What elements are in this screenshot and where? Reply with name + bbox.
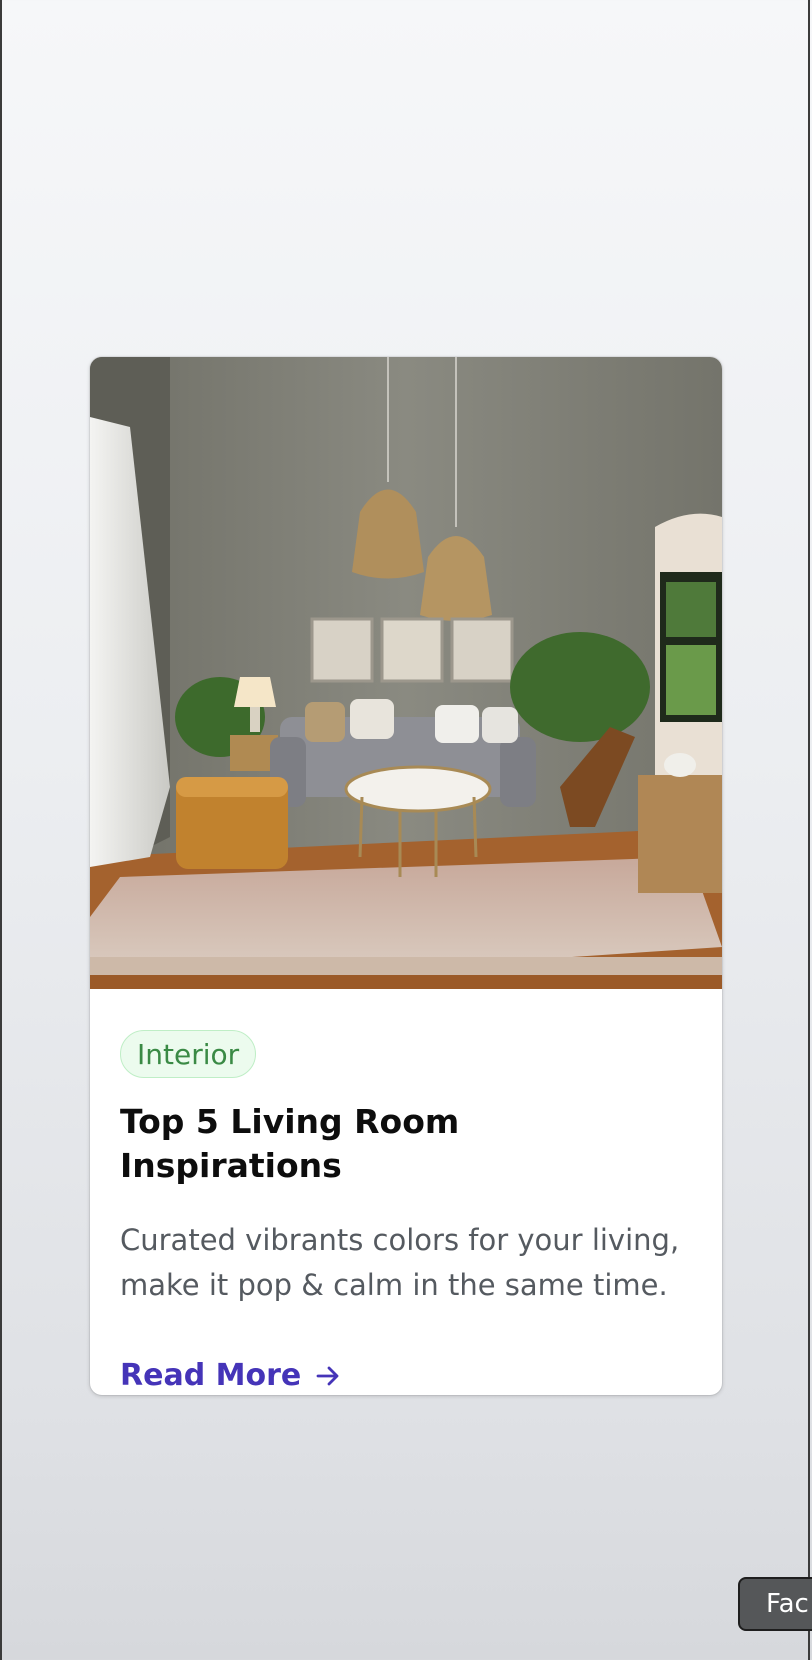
floating-button-label: Fac: [766, 1589, 809, 1619]
card-content: Interior Top 5 Living Room Inspirations …: [120, 1030, 692, 1393]
category-tag[interactable]: Interior: [120, 1030, 257, 1078]
article-title: Top 5 Living Room Inspirations: [120, 1102, 460, 1185]
article-description: Curated vibrants colors for your living,…: [120, 1223, 680, 1302]
read-more-label: Read More: [120, 1358, 302, 1393]
article-card[interactable]: Interior Top 5 Living Room Inspirations …: [90, 357, 722, 1395]
arrow-right-icon: [316, 1366, 339, 1385]
read-more-link[interactable]: Read More: [120, 1358, 341, 1393]
living-room-image: [90, 357, 722, 989]
floating-action-button[interactable]: Fac: [738, 1577, 812, 1631]
